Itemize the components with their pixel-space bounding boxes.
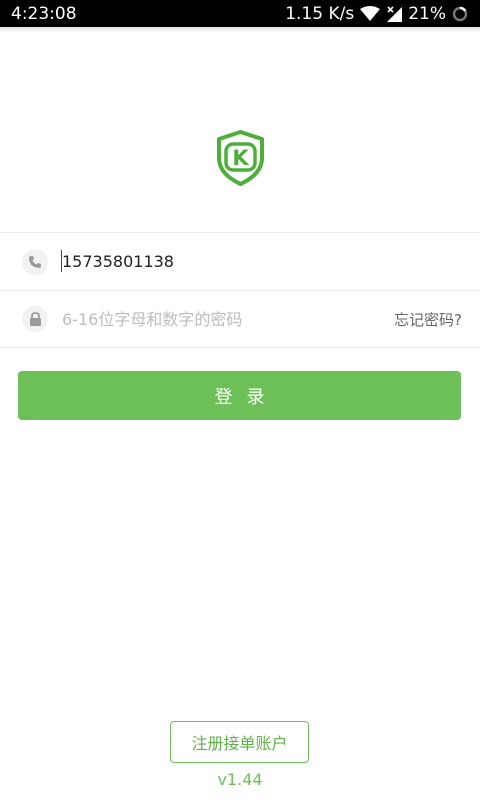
register-account-button[interactable]: 注册接单账户 <box>170 721 309 763</box>
cell-signal-icon <box>387 5 403 22</box>
phone-icon <box>22 248 48 275</box>
login-button[interactable]: 登录 <box>18 371 461 420</box>
status-right: 1.15 K/s 21% <box>285 4 468 24</box>
battery-ring-icon <box>452 6 468 21</box>
app-logo-shield-icon: K <box>217 130 264 186</box>
password-input[interactable] <box>62 304 362 334</box>
status-bar: 4:23:08 1.15 K/s 21% <box>0 0 480 27</box>
lock-icon <box>22 306 48 332</box>
password-row: 忘记密码? <box>0 290 480 348</box>
status-time: 4:23:08 <box>11 3 77 24</box>
phone-input[interactable] <box>62 246 362 277</box>
wifi-icon <box>360 5 381 21</box>
forgot-password-link[interactable]: 忘记密码? <box>394 309 462 330</box>
app-version: v1.44 <box>217 770 263 789</box>
network-speed: 1.15 K/s <box>285 3 355 24</box>
status-bar-shadow <box>0 27 480 33</box>
battery-level: 21% <box>408 3 446 24</box>
phone-row <box>0 232 480 290</box>
logo-letter: K <box>232 146 249 170</box>
